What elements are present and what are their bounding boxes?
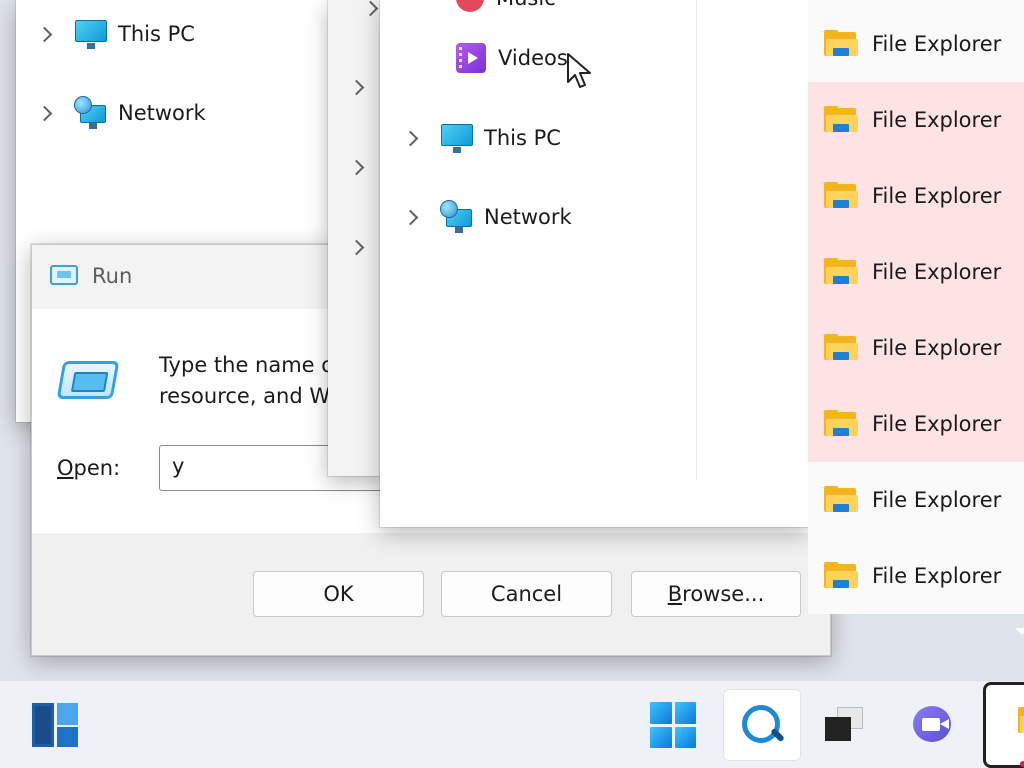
widgets-button[interactable] [17,689,95,761]
window-list-item[interactable]: File Explorer [808,158,1024,234]
search-button[interactable] [723,689,801,761]
open-label-text: pen: [73,456,121,480]
folder-icon [824,106,858,134]
file-explorer-window-list: File Explorer File Explorer File Explore… [808,0,1024,614]
chevron-right-icon[interactable] [402,209,418,225]
window-list-item[interactable]: File Explorer [808,386,1024,462]
widgets-icon [32,703,80,747]
nav-item-music[interactable]: Music [456,0,556,12]
nav-item-label: Music [496,0,556,10]
task-view-button[interactable] [806,689,884,761]
dialog-description: Type the name o resource, and W [159,350,334,412]
window-list-item[interactable]: File Explorer [808,6,1024,82]
file-explorer-taskbar-button[interactable] [983,682,1024,768]
file-explorer-window-middle [328,0,388,476]
browse-button[interactable]: Browse... [631,571,801,617]
description-line-1: Type the name o [159,353,335,377]
windows-start-icon [650,702,696,748]
running-indicator [1020,761,1024,767]
nav-item-label: Network [118,101,206,125]
folder-icon [824,562,858,590]
mouse-cursor-icon [567,53,591,88]
window-list-item-label: File Explorer [872,184,1002,208]
nav-item-this-pc[interactable]: This PC [36,18,195,50]
network-icon [74,96,108,130]
window-list-item-label: File Explorer [872,260,1002,284]
task-view-icon [825,707,865,743]
description-line-2: resource, and W [159,384,331,408]
window-list-item-label: File Explorer [872,336,1002,360]
chevron-right-icon[interactable] [36,105,52,121]
window-list-item[interactable]: File Explorer [808,310,1024,386]
this-pc-icon [440,122,474,154]
search-icon [740,703,784,747]
taskbar [0,680,1024,768]
nav-item-label: Network [484,205,572,229]
open-label-mnemonic: O [57,456,74,480]
start-button[interactable] [634,689,712,761]
network-icon [440,200,474,234]
window-list-item[interactable]: File Explorer [808,538,1024,614]
run-large-icon [56,361,120,399]
cancel-button[interactable]: Cancel [441,571,612,617]
nav-item-label: Videos [498,46,568,70]
nav-item-network[interactable]: Network [402,200,572,234]
nav-item-this-pc[interactable]: This PC [402,122,561,154]
folder-icon [824,410,858,438]
window-list-item-label: File Explorer [872,32,1002,56]
chevron-right-icon[interactable] [362,0,378,16]
file-explorer-window-front: Music Videos This PC Network [380,0,810,527]
videos-icon [456,43,486,73]
folder-icon [824,30,858,58]
window-list-item[interactable]: File Explorer [808,234,1024,310]
file-explorer-icon [1018,707,1024,735]
nav-item-videos[interactable]: Videos [456,43,568,73]
browse-label-mnemonic: B [667,582,683,606]
folder-icon [824,258,858,286]
teams-chat-button[interactable] [897,689,975,761]
this-pc-icon [74,18,108,50]
run-icon [50,265,78,285]
open-label: Open: [57,456,120,480]
browse-label-text: rowse... [682,582,765,606]
chevron-right-icon[interactable] [348,79,364,95]
chevron-right-icon[interactable] [36,26,52,42]
window-list-item-label: File Explorer [872,564,1002,588]
folder-icon [824,182,858,210]
nav-item-label: This PC [484,126,561,150]
folder-icon [824,334,858,362]
music-icon [456,0,484,12]
nav-item-label: This PC [118,22,195,46]
chevron-right-icon[interactable] [402,130,418,146]
pane-divider [696,0,697,480]
window-list-item[interactable]: File Explorer [808,462,1024,538]
folder-icon [824,486,858,514]
window-list-item-label: File Explorer [872,488,1002,512]
nav-item-network[interactable]: Network [36,96,206,130]
window-list-item[interactable]: File Explorer [808,82,1024,158]
window-list-item-label: File Explorer [872,108,1002,132]
chevron-right-icon[interactable] [348,239,364,255]
teams-chat-icon [913,706,959,744]
dialog-title: Run [92,264,133,288]
chevron-right-icon[interactable] [348,159,364,175]
ok-button[interactable]: OK [253,571,424,617]
list-caret-icon [1015,628,1024,635]
window-list-item-label: File Explorer [872,412,1002,436]
